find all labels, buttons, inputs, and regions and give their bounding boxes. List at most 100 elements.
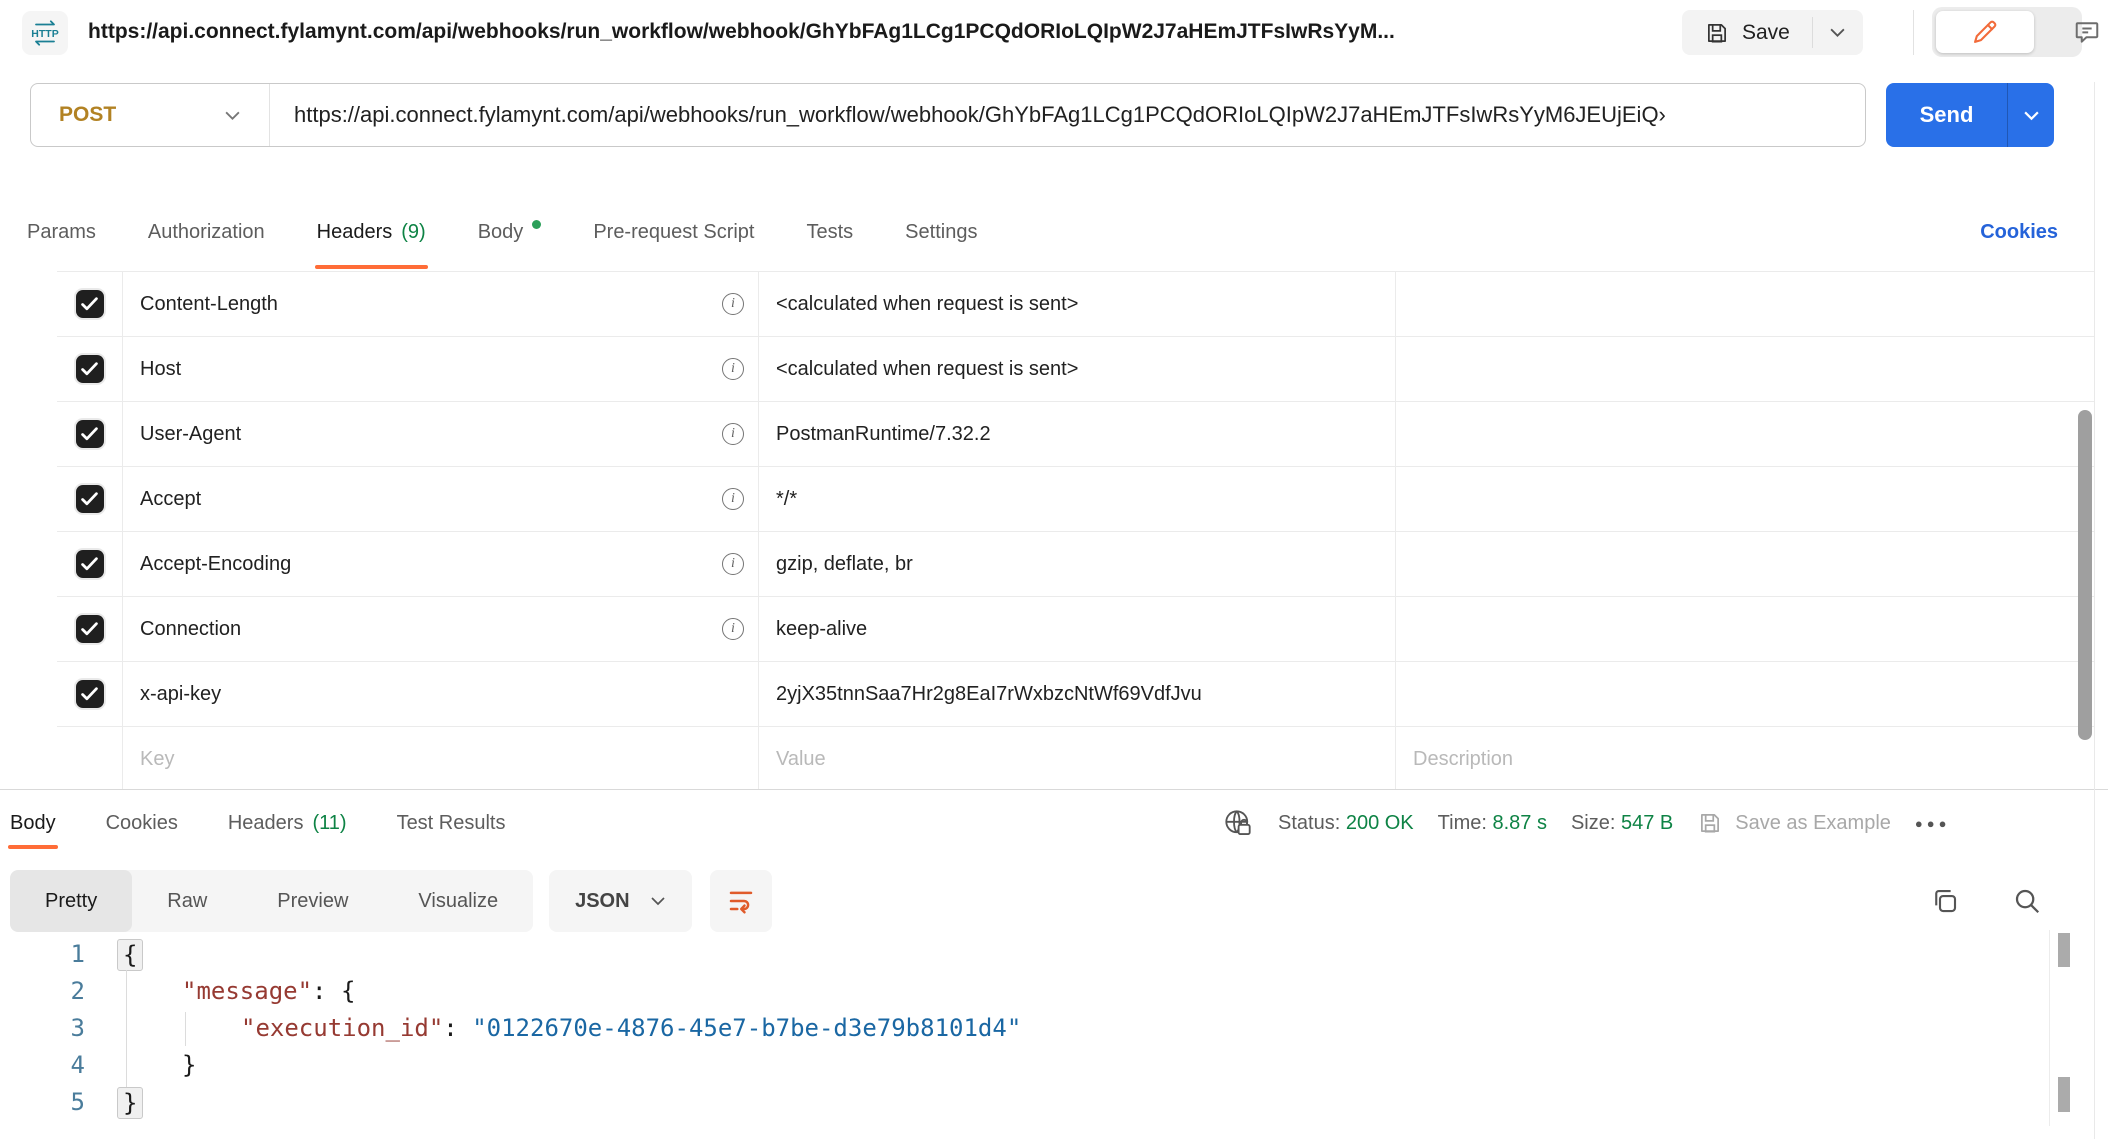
view-tab-raw[interactable]: Raw [132, 870, 242, 932]
description-placeholder-cell[interactable]: Description [1395, 727, 2094, 790]
fold-marker[interactable]: { [117, 939, 143, 971]
header-description-cell[interactable] [1395, 467, 2094, 531]
info-icon[interactable]: i [722, 488, 744, 510]
check-icon [81, 557, 98, 571]
save-as-example-button[interactable]: Save as Example [1697, 810, 1891, 836]
tab-headers[interactable]: Headers(9) [317, 195, 426, 269]
row-checkbox[interactable] [76, 680, 104, 708]
fold-marker[interactable]: } [117, 1087, 143, 1119]
line-content: { [85, 936, 143, 973]
tab-label: Authorization [148, 221, 265, 244]
header-description-cell[interactable] [1395, 532, 2094, 596]
header-value-cell[interactable]: <calculated when request is sent> [758, 337, 1395, 401]
cookies-link[interactable]: Cookies [1980, 195, 2058, 269]
response-tabs: Body Cookies Headers(11) Test Results [10, 790, 506, 856]
request-tabs: Params Authorization Headers(9) Body Pre-req… [27, 195, 977, 269]
response-scrollbar-thumb[interactable] [2058, 933, 2070, 967]
save-button[interactable]: Save [1682, 10, 1812, 55]
check-icon [81, 362, 98, 376]
value-placeholder-cell[interactable]: Value [758, 727, 1395, 790]
copy-icon[interactable] [1930, 886, 1960, 916]
info-icon[interactable]: i [722, 293, 744, 315]
header-description-cell[interactable] [1395, 402, 2094, 466]
response-tab-test-results[interactable]: Test Results [397, 790, 506, 856]
floppy-icon [1697, 810, 1723, 836]
header-key-cell[interactable]: x-api-key [122, 662, 758, 726]
response-meta: Status: 200 OK Time: 8.87 s Size: 547 B … [1222, 792, 1950, 854]
send-button[interactable]: Send [1886, 83, 2007, 147]
row-checkbox[interactable] [76, 550, 104, 578]
time-badge: Time: 8.87 s [1438, 812, 1547, 835]
response-tab-cookies[interactable]: Cookies [106, 790, 178, 856]
size-badge: Size: 547 B [1571, 812, 1673, 835]
info-icon[interactable]: i [722, 423, 744, 445]
send-dropdown-button[interactable] [2008, 83, 2054, 147]
key-placeholder: Key [140, 748, 174, 771]
network-globe-lock-icon[interactable] [1222, 807, 1254, 839]
code-token: : [443, 1010, 472, 1047]
check-icon [81, 622, 98, 636]
page-scrollbar-thumb[interactable] [2058, 1077, 2070, 1112]
header-value-cell[interactable]: */* [758, 467, 1395, 531]
description-placeholder: Description [1413, 748, 1513, 771]
tab-label: Headers [228, 812, 304, 835]
comment-icon [2073, 18, 2101, 46]
method-select[interactable]: POST [31, 103, 269, 127]
view-tab-pretty[interactable]: Pretty [10, 870, 132, 932]
header-key-cell[interactable]: Content-Lengthi [122, 272, 758, 336]
headers-table: Content-Lengthi<calculated when request … [57, 269, 2094, 790]
header-key-cell[interactable]: Hosti [122, 337, 758, 401]
info-icon[interactable]: i [722, 358, 744, 380]
edit-request-button[interactable] [1936, 11, 2034, 53]
line-content: "execution_id": "0122670e-4876-45e7-b7be… [85, 1010, 1021, 1047]
comments-button[interactable] [2038, 11, 2108, 53]
request-title: https://api.connect.fylamynt.com/api/web… [88, 0, 1663, 64]
header-value-cell[interactable]: 2yjX35tnnSaa7Hr2g8EaI7rWxbzcNtWf69VdfJvu [758, 662, 1395, 726]
response-view-bar: PrettyRawPreviewVisualize JSON [10, 870, 772, 932]
header-key-cell[interactable]: Accepti [122, 467, 758, 531]
wrap-text-button[interactable] [710, 870, 772, 932]
row-checkbox[interactable] [76, 615, 104, 643]
url-input[interactable]: https://api.connect.fylamynt.com/api/web… [270, 102, 1865, 128]
indent-guide-line [185, 1012, 186, 1046]
header-value-cell[interactable]: PostmanRuntime/7.32.2 [758, 402, 1395, 466]
header-value-cell[interactable]: keep-alive [758, 597, 1395, 661]
row-checkbox[interactable] [76, 485, 104, 513]
header-value-cell[interactable]: <calculated when request is sent> [758, 272, 1395, 336]
header-description-cell[interactable] [1395, 337, 2094, 401]
http-request-icon: HTTP [22, 11, 68, 55]
tab-body[interactable]: Body [478, 195, 542, 269]
save-dropdown-button[interactable] [1813, 10, 1863, 55]
tab-params[interactable]: Params [27, 195, 96, 269]
info-icon[interactable]: i [722, 553, 744, 575]
key-placeholder-cell[interactable]: Key [122, 727, 758, 790]
header-value-cell[interactable]: gzip, deflate, br [758, 532, 1395, 596]
response-tab-headers[interactable]: Headers(11) [228, 790, 347, 856]
topbar-separator [1913, 10, 1914, 55]
tab-pre-request-script[interactable]: Pre-request Script [593, 195, 754, 269]
response-tab-body[interactable]: Body [10, 790, 56, 856]
tab-label: Cookies [106, 812, 178, 835]
header-description-cell[interactable] [1395, 272, 2094, 336]
header-key-cell[interactable]: Accept-Encodingi [122, 532, 758, 596]
more-options-icon[interactable]: ●●● [1915, 816, 1951, 831]
header-key-cell[interactable]: User-Agenti [122, 402, 758, 466]
request-scrollbar-thumb[interactable] [2078, 410, 2092, 740]
search-icon[interactable] [2012, 886, 2042, 916]
format-select[interactable]: JSON [549, 870, 691, 932]
row-checkbox[interactable] [76, 355, 104, 383]
row-checkbox[interactable] [76, 420, 104, 448]
tab-authorization[interactable]: Authorization [148, 195, 265, 269]
tab-label: Body [478, 221, 524, 244]
view-tab-visualize[interactable]: Visualize [383, 870, 533, 932]
header-value: */* [776, 488, 797, 511]
row-checkbox[interactable] [76, 290, 104, 318]
header-description-cell[interactable] [1395, 662, 2094, 726]
view-tab-preview[interactable]: Preview [242, 870, 383, 932]
code-token: "message" [182, 973, 312, 1010]
header-key-cell[interactable]: Connectioni [122, 597, 758, 661]
header-description-cell[interactable] [1395, 597, 2094, 661]
tab-settings[interactable]: Settings [905, 195, 977, 269]
tab-tests[interactable]: Tests [806, 195, 853, 269]
info-icon[interactable]: i [722, 618, 744, 640]
